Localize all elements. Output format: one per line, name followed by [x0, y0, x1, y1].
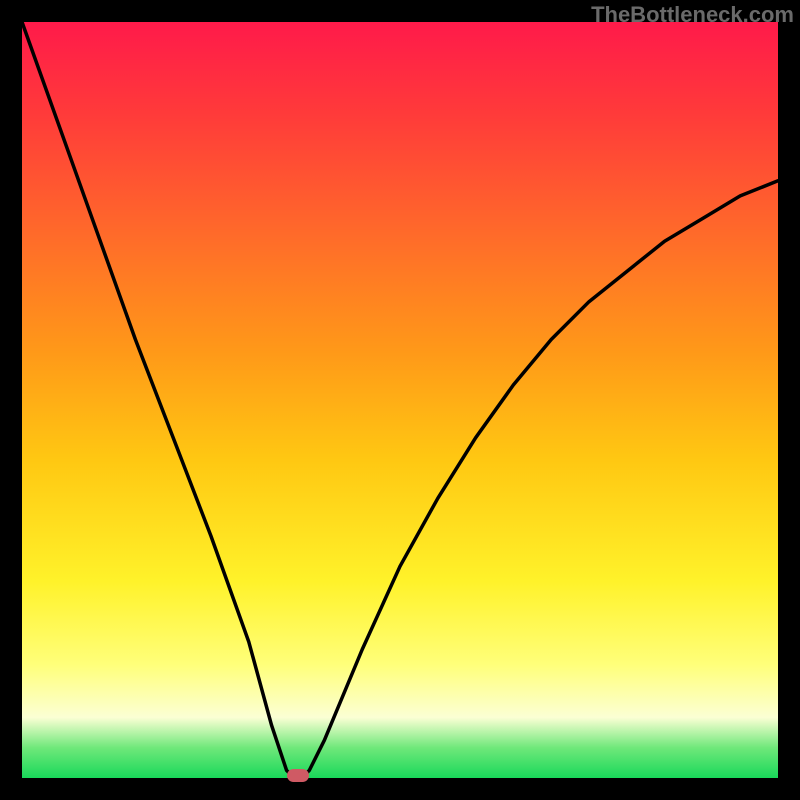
optimal-point-marker — [287, 769, 309, 782]
bottleneck-curve — [22, 22, 778, 778]
watermark: TheBottleneck.com — [591, 2, 794, 28]
